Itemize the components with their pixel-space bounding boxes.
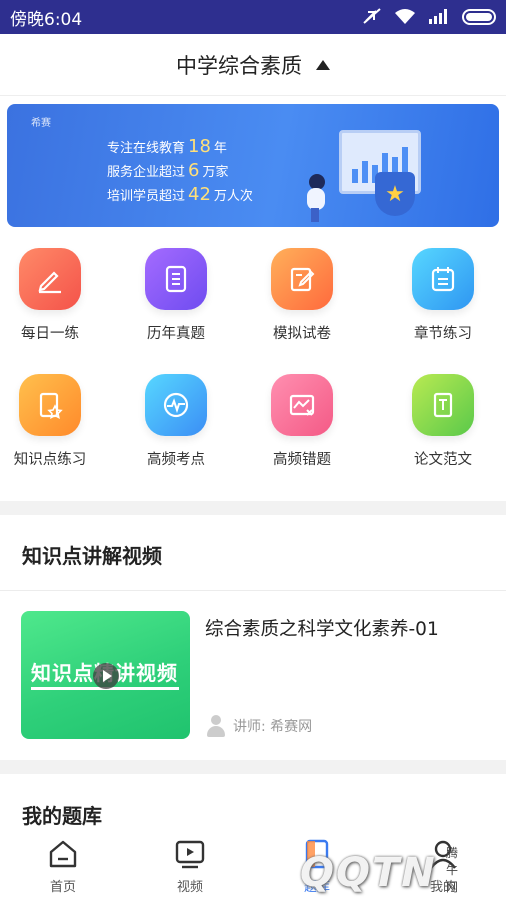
promo-banner[interactable]: 希赛 专注在线教育 18 年 服务企业超过 6 万家 培训学员超过 42 万人次 ★ [7,104,499,227]
video-teacher: 讲师: 希赛网 [205,715,312,737]
grid-label: 每日一练 [21,326,79,342]
video-title[interactable]: 综合素质之科学文化素养-01 [205,615,439,641]
teacher-name: 讲师: 希赛网 [233,719,313,735]
pencil-icon[interactable] [19,248,81,310]
grid-item-past-exams[interactable]: 历年真题 [126,248,226,343]
feature-grid: 每日一练 历年真题 模拟试卷 章节练习 知识点练习 高频考点 高频错题 论文范文 [0,238,506,488]
bank-section-title: 我的题库 [22,804,102,828]
star-shield-icon: ★ [375,172,415,216]
banner-brand: 希赛 [31,118,51,129]
banner-line-2: 服务企业超过 6 万家 [107,160,229,181]
grid-item-frequent-mistakes[interactable]: 高频错题 [252,374,352,469]
grid-item-daily-practice[interactable]: 每日一练 [0,248,100,343]
grid-item-essays[interactable]: 论文范文 [393,374,493,469]
battery-icon [462,9,496,25]
banner-stats: 专注在线教育 18 年 服务企业超过 6 万家 培训学员超过 42 万人次 [107,136,253,208]
header[interactable]: 中学综合素质 [0,34,506,96]
subject-title[interactable]: 中学综合素质 [176,50,302,80]
status-icons [362,7,496,28]
tab-label: 视频 [176,880,203,895]
question-bank-icon[interactable] [272,836,362,872]
tab-video[interactable]: 视频 [145,836,235,895]
essay-icon[interactable] [412,374,474,436]
status-time: 傍晚6:04 [10,9,83,30]
banner-line-1: 专注在线教育 18 年 [107,136,227,157]
wifi-icon [394,8,416,27]
grid-label: 章节练习 [414,326,472,342]
tab-label: 我的 [429,880,456,895]
grid-label: 模拟试卷 [273,326,331,342]
video-card[interactable]: 知识点精讲视频 综合素质之科学文化素养-01 讲师: 希赛网 [21,611,491,741]
video-thumbnail[interactable]: 知识点精讲视频 [21,611,190,739]
tab-home[interactable]: 首页 [18,836,108,895]
video-icon[interactable] [145,836,235,872]
section-divider [0,760,506,774]
status-bar: 傍晚6:04 [0,0,506,34]
grid-item-chapter-practice[interactable]: 章节练习 [393,248,493,343]
videos-section-title: 知识点讲解视频 [22,544,162,568]
tab-profile[interactable]: 我的 [398,836,488,895]
grid-item-knowledge-practice[interactable]: 知识点练习 [0,374,100,469]
banner-line-3: 培训学员超过 42 万人次 [107,184,253,205]
signal-icon [428,8,450,27]
divider-line [0,590,506,591]
pulse-icon[interactable] [145,374,207,436]
bottom-tab-bar: 首页 视频 题库 我的 [0,836,506,900]
checklist-icon[interactable] [412,248,474,310]
star-document-icon[interactable] [19,374,81,436]
person-illustration [303,174,333,222]
grid-label: 历年真题 [147,326,205,342]
caret-up-icon[interactable] [316,59,330,70]
grid-item-hot-points[interactable]: 高频考点 [126,374,226,469]
mute-icon [362,7,382,28]
grid-label: 论文范文 [414,452,472,468]
home-icon[interactable] [18,836,108,872]
grid-item-mock-exam[interactable]: 模拟试卷 [252,248,352,343]
tab-label: 首页 [49,880,76,895]
tab-question-bank[interactable]: 题库 [272,836,362,895]
section-divider [0,501,506,515]
grid-label: 高频错题 [273,452,331,468]
tab-label: 题库 [303,880,330,895]
grid-label: 高频考点 [147,452,205,468]
edit-paper-icon[interactable] [271,248,333,310]
play-icon[interactable] [93,663,119,689]
avatar-icon [205,715,227,737]
wrong-chart-icon[interactable] [271,374,333,436]
profile-icon[interactable] [398,836,488,872]
grid-label: 知识点练习 [13,452,87,468]
document-icon[interactable] [145,248,207,310]
